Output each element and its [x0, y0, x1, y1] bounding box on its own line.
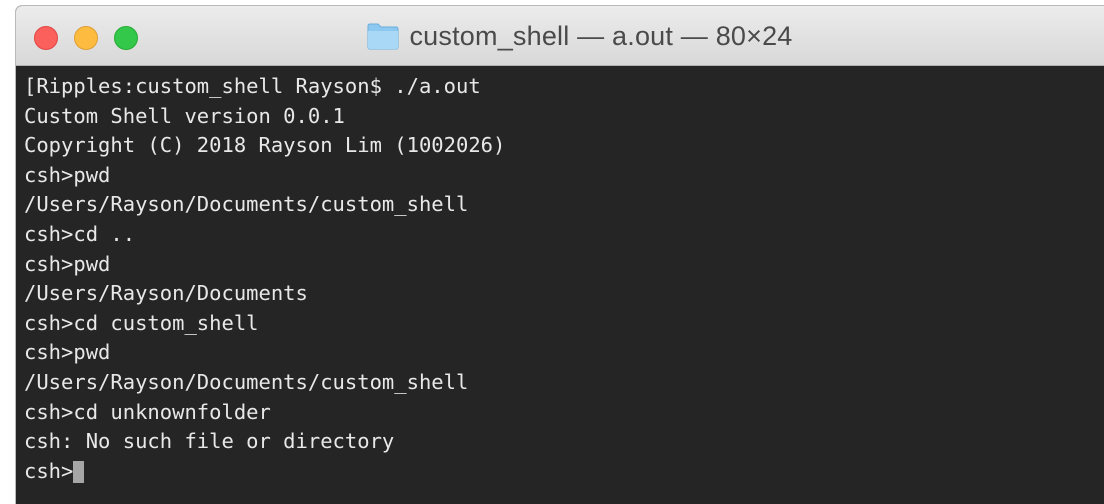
terminal-line: csh>cd custom_shell: [24, 310, 259, 335]
terminal-line: /Users/Rayson/Documents/custom_shell: [24, 369, 469, 394]
screenshot: custom_shell — a.out — 80×24 [Ripples:cu…: [0, 0, 1104, 504]
title-bar[interactable]: custom_shell — a.out — 80×24: [16, 6, 1104, 66]
terminal-line: /Users/Rayson/Documents/custom_shell: [24, 192, 469, 217]
terminal-line: csh>pwd: [24, 162, 111, 187]
shell-prompt: csh>: [24, 458, 74, 483]
folder-icon: [367, 23, 399, 50]
window-title-group: custom_shell — a.out — 80×24: [16, 6, 1104, 66]
terminal-line: Copyright (C) 2018 Rayson Lim (1002026): [24, 133, 506, 158]
terminal-window: custom_shell — a.out — 80×24 [Ripples:cu…: [16, 6, 1104, 504]
terminal-line: csh>cd unknownfolder: [24, 399, 271, 424]
terminal-line: csh: No such file or directory: [24, 429, 395, 454]
window-title: custom_shell — a.out — 80×24: [409, 20, 793, 51]
terminal-line: csh>pwd: [24, 251, 111, 276]
terminal-line: [Ripples:custom_shell Rayson$ ./a.out: [24, 74, 481, 98]
prompt-line[interactable]: csh>: [24, 457, 1104, 487]
terminal-output[interactable]: [Ripples:custom_shell Rayson$ ./a.out Cu…: [16, 66, 1104, 504]
text-cursor: [73, 460, 85, 483]
terminal-line: csh>cd ..: [24, 221, 136, 246]
terminal-line: /Users/Rayson/Documents: [24, 281, 308, 306]
terminal-line: csh>pwd: [24, 340, 111, 365]
terminal-line: Custom Shell version 0.0.1: [24, 103, 345, 128]
